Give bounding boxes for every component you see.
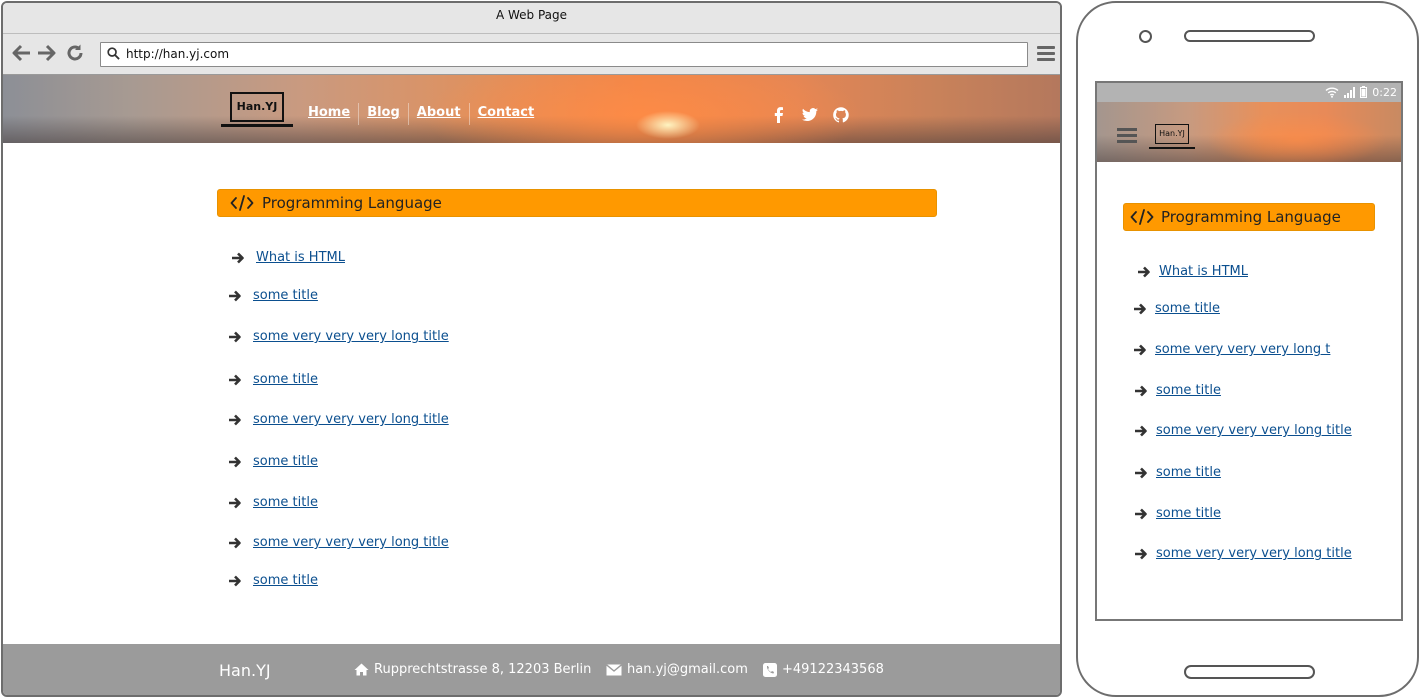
email-text[interactable]: han.yj@gmail.com <box>627 662 748 677</box>
article-link[interactable]: some title <box>253 493 318 513</box>
article-link[interactable]: some very very very long t <box>1155 340 1330 360</box>
status-bar: 0:22 <box>1097 83 1401 102</box>
arrow-right-icon <box>229 575 241 587</box>
article-link[interactable]: some very very very long title <box>1156 544 1352 564</box>
arrow-right-icon <box>1135 548 1147 560</box>
phone-home-button[interactable] <box>1184 665 1315 679</box>
arrow-right-icon <box>1135 508 1147 520</box>
footer-brand: Han.YJ <box>219 661 271 680</box>
arrow-right-icon <box>1135 385 1147 397</box>
nav-blog[interactable]: Blog <box>358 103 408 125</box>
nav-home[interactable]: Home <box>300 103 358 125</box>
article-link[interactable]: some very very very long title <box>253 327 449 347</box>
article-link[interactable]: some title <box>253 286 318 306</box>
phone-camera <box>1139 30 1152 43</box>
back-icon[interactable] <box>11 43 33 65</box>
reload-icon[interactable] <box>64 43 86 65</box>
arrow-right-icon <box>1135 467 1147 479</box>
nav-contact[interactable]: Contact <box>468 103 543 125</box>
article-link[interactable]: some very very very long title <box>1156 421 1352 441</box>
article-link[interactable]: some title <box>253 370 318 390</box>
mobile-section-header: Programming Language <box>1123 203 1375 231</box>
article-link[interactable]: some title <box>1156 463 1221 483</box>
browser-toolbar: http://han.yj.com <box>3 33 1060 75</box>
article-link[interactable]: What is HTML <box>256 248 345 268</box>
section-header: Programming Language <box>217 189 937 217</box>
forward-icon[interactable] <box>35 43 57 65</box>
arrow-right-icon <box>232 252 244 264</box>
article-link[interactable]: What is HTML <box>1159 262 1248 282</box>
arrow-right-icon <box>229 414 241 426</box>
main-nav: Home Blog About Contact <box>300 103 542 125</box>
arrow-right-icon <box>1134 303 1146 315</box>
logo-text: Han.YJ <box>230 92 284 122</box>
article-link[interactable]: some title <box>253 571 318 591</box>
facebook-icon[interactable] <box>770 106 788 124</box>
mobile-header: Han.YJ <box>1097 102 1401 162</box>
site-footer: Han.YJ Rupprechtstrasse 8, 12203 Berlin … <box>3 644 1060 695</box>
url-text: http://han.yj.com <box>126 47 230 61</box>
browser-menu-icon[interactable] <box>1037 46 1055 62</box>
footer-email: han.yj@gmail.com <box>606 662 748 677</box>
github-icon[interactable] <box>832 106 850 124</box>
search-icon <box>107 47 120 60</box>
code-icon <box>1130 209 1154 225</box>
site-header: Han.YJ Home Blog About Contact <box>3 75 1060 143</box>
article-link[interactable]: some title <box>1155 299 1220 319</box>
article-link[interactable]: some title <box>253 452 318 472</box>
url-bar[interactable]: http://han.yj.com <box>100 42 1028 67</box>
arrow-right-icon <box>1138 266 1150 278</box>
phone-mockup: 0:22 Han.YJ Programming Language What is… <box>1076 1 1419 697</box>
status-time: 0:22 <box>1372 86 1397 99</box>
arrow-right-icon <box>229 456 241 468</box>
phone-screen: 0:22 Han.YJ Programming Language What is… <box>1095 81 1403 621</box>
arrow-right-icon <box>229 537 241 549</box>
wifi-icon <box>1325 87 1339 98</box>
article-link[interactable]: some title <box>1156 381 1221 401</box>
signal-icon <box>1344 87 1355 98</box>
home-icon <box>354 663 369 676</box>
footer-address: Rupprechtstrasse 8, 12203 Berlin <box>354 662 591 677</box>
battery-icon <box>1360 86 1367 98</box>
phone-text[interactable]: +49122343568 <box>782 662 884 677</box>
address-text: Rupprechtstrasse 8, 12203 Berlin <box>374 662 592 677</box>
hamburger-menu-icon[interactable] <box>1117 128 1137 144</box>
mobile-logo[interactable]: Han.YJ <box>1149 124 1195 150</box>
envelope-icon <box>606 663 622 675</box>
browser-window: A Web Page http://han.yj.com Han.YJ Home… <box>1 1 1062 697</box>
nav-about[interactable]: About <box>407 103 469 125</box>
arrow-right-icon <box>229 497 241 509</box>
window-title: A Web Page <box>3 3 1060 33</box>
arrow-right-icon <box>229 331 241 343</box>
arrow-right-icon <box>1135 425 1147 437</box>
mobile-section-title: Programming Language <box>1161 208 1341 226</box>
footer-phone: +49122343568 <box>763 662 884 677</box>
arrow-right-icon <box>1134 344 1146 356</box>
twitter-icon[interactable] <box>801 106 819 124</box>
code-icon <box>230 195 254 211</box>
article-link[interactable]: some title <box>1156 504 1221 524</box>
arrow-right-icon <box>229 374 241 386</box>
section-title: Programming Language <box>262 194 442 212</box>
arrow-right-icon <box>229 290 241 302</box>
article-link[interactable]: some very very very long title <box>253 533 449 553</box>
phone-icon <box>763 662 777 677</box>
mobile-logo-text: Han.YJ <box>1155 124 1189 144</box>
site-logo[interactable]: Han.YJ <box>221 90 293 130</box>
phone-speaker <box>1184 30 1315 42</box>
article-link[interactable]: some very very very long title <box>253 410 449 430</box>
